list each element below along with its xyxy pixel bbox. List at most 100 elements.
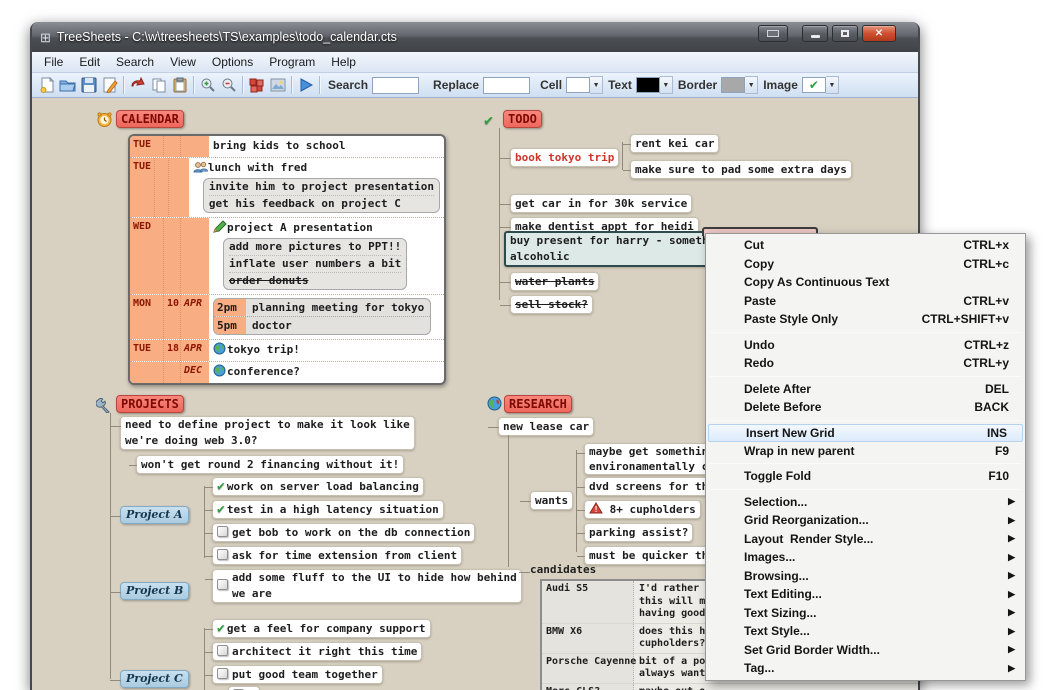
paste-icon[interactable]	[169, 75, 190, 96]
menu-item-delete-before[interactable]: Delete BeforeBACK	[707, 398, 1024, 417]
render-toggle-icon[interactable]	[246, 75, 267, 96]
calendar-row[interactable]: WED project A presentation add more pict…	[130, 217, 444, 294]
research-header-cell[interactable]: RESEARCH	[504, 395, 572, 413]
month-cell[interactable]: DEC	[181, 362, 209, 383]
todo-item-cell[interactable]: get car in for 30k service	[510, 194, 692, 213]
menu-item-text-style[interactable]: Text Style...▶	[707, 622, 1024, 641]
candidate-note-cell[interactable]: maybe out o	[634, 684, 918, 690]
candidates-label[interactable]: candidates	[530, 563, 596, 576]
text-color-dropdown[interactable]: ▼	[636, 76, 673, 94]
menu-edit[interactable]: Edit	[71, 53, 108, 71]
todo-item-cell[interactable]: sell stock?	[510, 295, 593, 314]
menu-item-redo[interactable]: RedoCTRL+y	[707, 354, 1024, 373]
zoom-out-icon[interactable]	[218, 75, 239, 96]
project-c-label[interactable]: Project C	[120, 670, 189, 688]
menu-item-undo[interactable]: UndoCTRL+z	[707, 336, 1024, 355]
day-cell[interactable]: TUE	[130, 158, 155, 217]
time-cell[interactable]: 2pm	[214, 299, 246, 316]
cell-color-dropdown[interactable]: ▼	[566, 76, 603, 94]
schedule-text-cell[interactable]: doctor	[246, 317, 298, 334]
menu-item-insert-new-grid[interactable]: Insert New GridINS	[708, 424, 1023, 442]
checkbox-icon[interactable]	[217, 645, 228, 656]
todo-child-cell[interactable]: make sure to pad some extra days	[630, 160, 852, 179]
day-cell[interactable]: MON	[130, 295, 164, 339]
date-cell[interactable]	[155, 158, 168, 217]
date-cell[interactable]	[164, 362, 181, 383]
projects-header-cell[interactable]: PROJECTS	[116, 395, 184, 413]
month-cell[interactable]	[181, 218, 209, 294]
project-a-label[interactable]: Project A	[120, 506, 189, 524]
menu-item-text-editing[interactable]: Text Editing...▶	[707, 585, 1024, 604]
new-file-icon[interactable]	[36, 75, 57, 96]
candidate-name-cell[interactable]: Merc CLS?	[542, 684, 634, 690]
event-cell[interactable]: project A presentation add more pictures…	[209, 218, 444, 294]
menu-item-cut[interactable]: CutCTRL+x	[707, 236, 1024, 255]
want-cell[interactable]: ! 8+ cupholders	[584, 500, 701, 519]
todo-item-cell[interactable]: book tokyo trip	[510, 148, 619, 167]
copy-icon[interactable]	[148, 75, 169, 96]
menu-program[interactable]: Program	[261, 53, 323, 71]
replace-input[interactable]	[483, 77, 530, 94]
zoom-in-icon[interactable]	[197, 75, 218, 96]
image-dropdown[interactable]: ✔▼	[802, 76, 839, 94]
open-folder-icon[interactable]	[57, 75, 78, 96]
time-cell[interactable]: 5pm	[214, 317, 246, 334]
candidate-name-cell[interactable]: Porsche Cayenne	[542, 654, 634, 683]
project-note-cell[interactable]: need to define project to make it look l…	[120, 416, 415, 450]
task-cell[interactable]: add some fluff to the UI to hide how beh…	[212, 569, 522, 603]
todo-header-cell[interactable]: TODO	[503, 110, 542, 128]
task-cell[interactable]: ✔work on server load balancing	[212, 477, 424, 496]
sub-grid[interactable]: add more pictures to PPT!! inflate user …	[223, 238, 407, 290]
menu-item-paste-style-only[interactable]: Paste Style OnlyCTRL+SHIFT+v	[707, 310, 1024, 329]
menu-item-browsing[interactable]: Browsing...▶	[707, 567, 1024, 586]
menu-options[interactable]: Options	[204, 53, 261, 71]
task-cell[interactable]: d	[228, 686, 260, 690]
wants-cell[interactable]: wants	[530, 491, 573, 510]
event-cell[interactable]: bring kids to school	[209, 136, 444, 157]
menu-item-text-sizing[interactable]: Text Sizing...▶	[707, 604, 1024, 623]
close-button[interactable]: ✕	[862, 25, 896, 42]
event-cell[interactable]: tokyo trip!	[209, 340, 444, 361]
task-cell[interactable]: put good team together	[212, 665, 383, 684]
task-cell[interactable]: get bob to work on the db connection	[212, 523, 475, 542]
menu-item-layout-render-style[interactable]: Layout Render Style...▶	[707, 530, 1024, 549]
day-cell[interactable]	[130, 362, 164, 383]
menu-item-paste[interactable]: PasteCTRL+v	[707, 292, 1024, 311]
note-cell[interactable]: invite him to project presentation	[209, 179, 434, 195]
menu-view[interactable]: View	[162, 53, 204, 71]
project-b-label[interactable]: Project B	[120, 582, 189, 600]
date-cell[interactable]	[164, 218, 181, 294]
checkbox-icon[interactable]	[217, 668, 228, 679]
day-cell[interactable]: TUE	[130, 136, 164, 157]
calendar-row[interactable]: MON 10 APR 2pmplanning meeting for tokyo…	[130, 294, 444, 339]
menu-file[interactable]: File	[36, 53, 71, 71]
month-cell[interactable]: APR	[181, 340, 209, 361]
edit-icon[interactable]	[99, 75, 120, 96]
todo-item-cell[interactable]: water plants	[510, 272, 599, 291]
task-cell[interactable]: ask for time extension from client	[212, 546, 462, 565]
menu-item-wrap-in-new-parent[interactable]: Wrap in new parentF9	[707, 442, 1024, 461]
menu-item-images[interactable]: Images...▶	[707, 548, 1024, 567]
candidate-name-cell[interactable]: Audi S5	[542, 581, 634, 623]
date-cell[interactable]	[164, 136, 181, 157]
candidate-name-cell[interactable]: BMW X6	[542, 624, 634, 653]
calendar-row[interactable]: DEC conference?	[130, 361, 444, 383]
day-cell[interactable]: WED	[130, 218, 164, 294]
event-cell[interactable]: conference?	[209, 362, 444, 383]
titlebar-extra-button[interactable]	[758, 25, 788, 42]
month-cell[interactable]: APR	[181, 295, 209, 339]
run-icon[interactable]	[295, 75, 316, 96]
checkbox-icon[interactable]	[217, 549, 228, 560]
event-cell[interactable]: lunch with fred invite him to project pr…	[189, 158, 444, 217]
menu-item-copy-as-continuous-text[interactable]: Copy As Continuous Text	[707, 273, 1024, 292]
date-cell[interactable]: 18	[164, 340, 181, 361]
schedule-row[interactable]: 5pmdoctor	[214, 316, 430, 334]
day-cell[interactable]: TUE	[130, 340, 164, 361]
menu-item-selection[interactable]: Selection...▶	[707, 493, 1024, 512]
month-cell[interactable]	[181, 136, 209, 157]
event-cell[interactable]: 2pmplanning meeting for tokyo 5pmdoctor	[209, 295, 444, 339]
date-cell[interactable]: 10	[164, 295, 181, 339]
maximize-button[interactable]	[832, 25, 858, 42]
search-input[interactable]	[372, 77, 419, 94]
titlebar[interactable]: ⊞ TreeSheets - C:\w\treesheets\TS\exampl…	[32, 22, 918, 52]
